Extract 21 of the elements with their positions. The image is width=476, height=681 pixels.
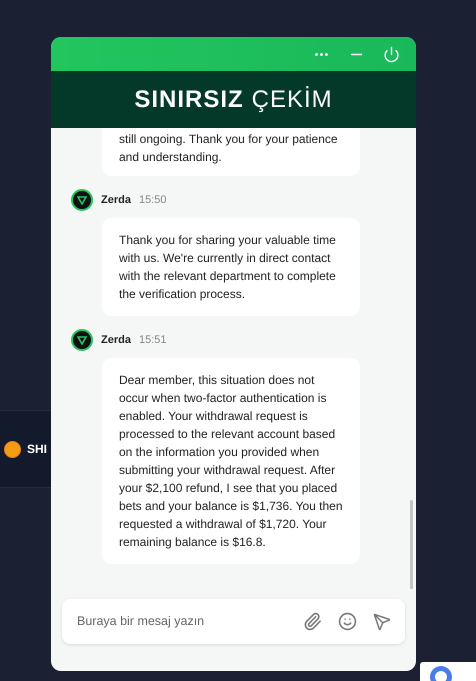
coin-icon	[4, 440, 21, 458]
logo-bold-text: SINIRSIZ	[134, 84, 244, 114]
agent-avatar	[71, 329, 93, 351]
message-text: Dear member, this situation does not occur when two-factor authentication is enabled. Your withdrawal request is processed to the relevant account based on the information you provided when submitting your withdrawal request. After your $2,100 refund, I see that you placed bets and your balance is $1,736. You then requested a withdrawal of $1,720. Your remaining balance is $16.8.	[119, 372, 343, 551]
message-text: still ongoing. Thank you for your patience and understanding.	[119, 131, 339, 166]
sender-name: Zerda	[101, 332, 131, 348]
attach-icon[interactable]	[303, 612, 322, 631]
message-input[interactable]: Buraya bir mesaj yazın	[77, 612, 287, 631]
scrollbar-thumb[interactable]	[410, 500, 413, 589]
emoji-icon[interactable]	[338, 612, 357, 631]
coin-symbol: SHI	[27, 441, 48, 458]
message-field[interactable]: Buraya bir mesaj yazın	[62, 599, 405, 644]
logo-light-text: ÇEKİM	[252, 84, 333, 114]
message-time: 15:51	[138, 332, 166, 348]
agent-avatar	[71, 189, 93, 211]
message-text: Thank you for sharing your valuable time with us. We're currently in direct contact with the relevant department to complete the verification process.	[119, 232, 337, 303]
message-time: 15:50	[138, 192, 166, 208]
coin-row[interactable]: SHI	[0, 410, 51, 488]
send-icon[interactable]	[373, 612, 391, 630]
sender-name: Zerda	[101, 192, 131, 208]
power-icon[interactable]	[383, 46, 400, 62]
